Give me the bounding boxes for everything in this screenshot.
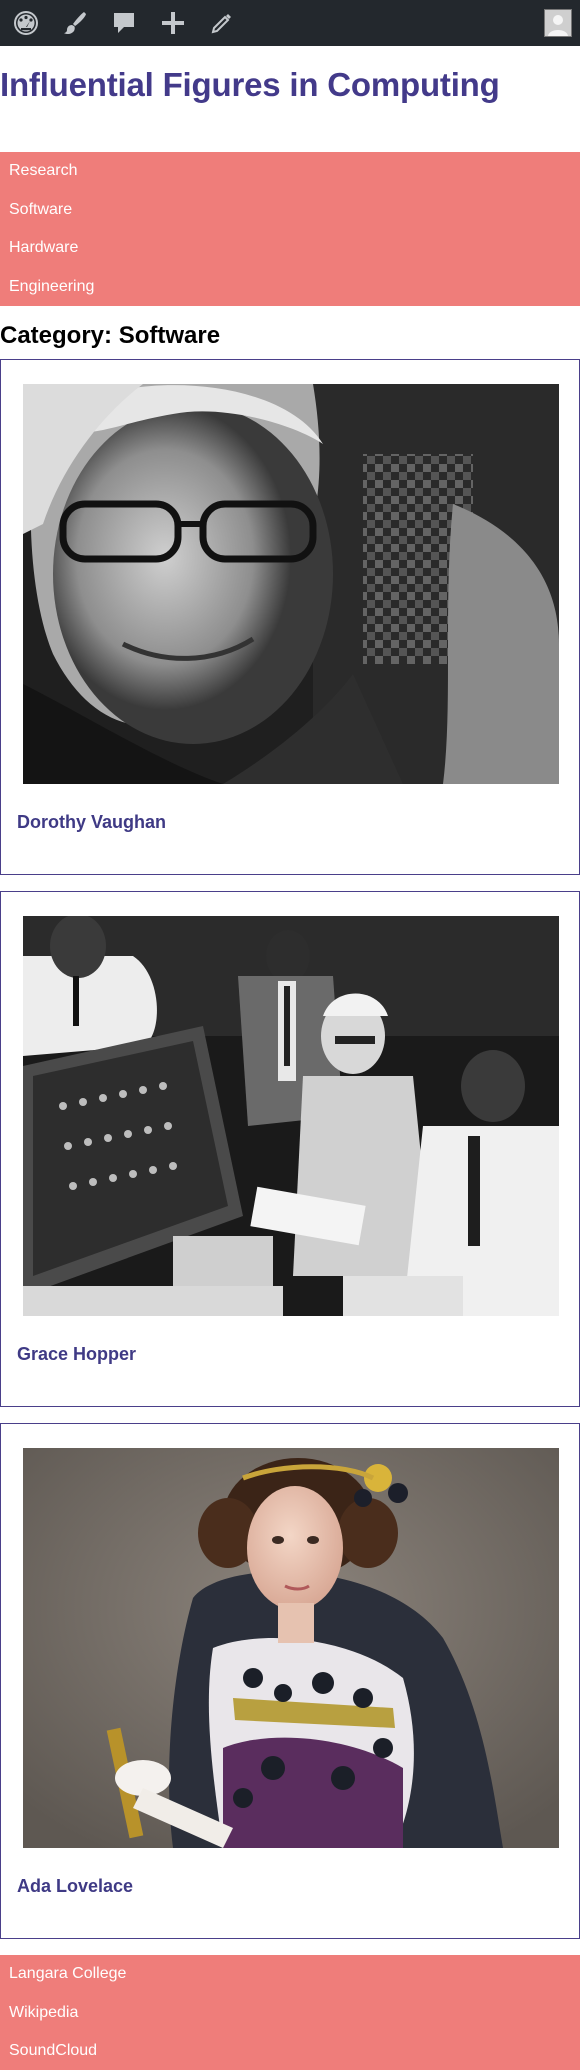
- footer-link-langara[interactable]: Langara College: [0, 1955, 580, 1994]
- comment-icon[interactable]: [108, 7, 140, 39]
- plus-icon[interactable]: [157, 7, 189, 39]
- admin-bar: [0, 0, 580, 46]
- footer-nav: Langara College Wikipedia SoundCloud: [0, 1955, 580, 2070]
- footer-link-soundcloud[interactable]: SoundCloud: [0, 2032, 580, 2071]
- nav-item-engineering[interactable]: Engineering: [0, 268, 580, 307]
- post-card: Dorothy Vaughan: [0, 359, 580, 875]
- category-title: Category: Software: [0, 322, 221, 349]
- post-photo[interactable]: [23, 1448, 559, 1848]
- nav-item-hardware[interactable]: Hardware: [0, 229, 580, 268]
- brush-icon[interactable]: [59, 7, 91, 39]
- site-title[interactable]: Influential Figures in Computing: [0, 46, 580, 152]
- pencil-icon[interactable]: [206, 7, 238, 39]
- post-photo[interactable]: [23, 916, 559, 1316]
- admin-bar-icons: [10, 7, 255, 39]
- dashboard-icon[interactable]: [10, 7, 42, 39]
- post-card: Ada Lovelace: [0, 1423, 580, 1939]
- nav-item-software[interactable]: Software: [0, 191, 580, 230]
- post-list: Dorothy Vaughan Grace Hopper Ada Lovelac…: [0, 359, 580, 1939]
- post-photo[interactable]: [23, 384, 559, 784]
- post-title[interactable]: Dorothy Vaughan: [17, 812, 166, 833]
- post-title[interactable]: Grace Hopper: [17, 1344, 136, 1365]
- post-card: Grace Hopper: [0, 891, 580, 1407]
- nav-item-research[interactable]: Research: [0, 152, 580, 191]
- post-title[interactable]: Ada Lovelace: [17, 1876, 133, 1897]
- main-nav: Research Software Hardware Engineering: [0, 152, 580, 306]
- footer-link-wikipedia[interactable]: Wikipedia: [0, 1994, 580, 2033]
- user-avatar[interactable]: [544, 9, 572, 37]
